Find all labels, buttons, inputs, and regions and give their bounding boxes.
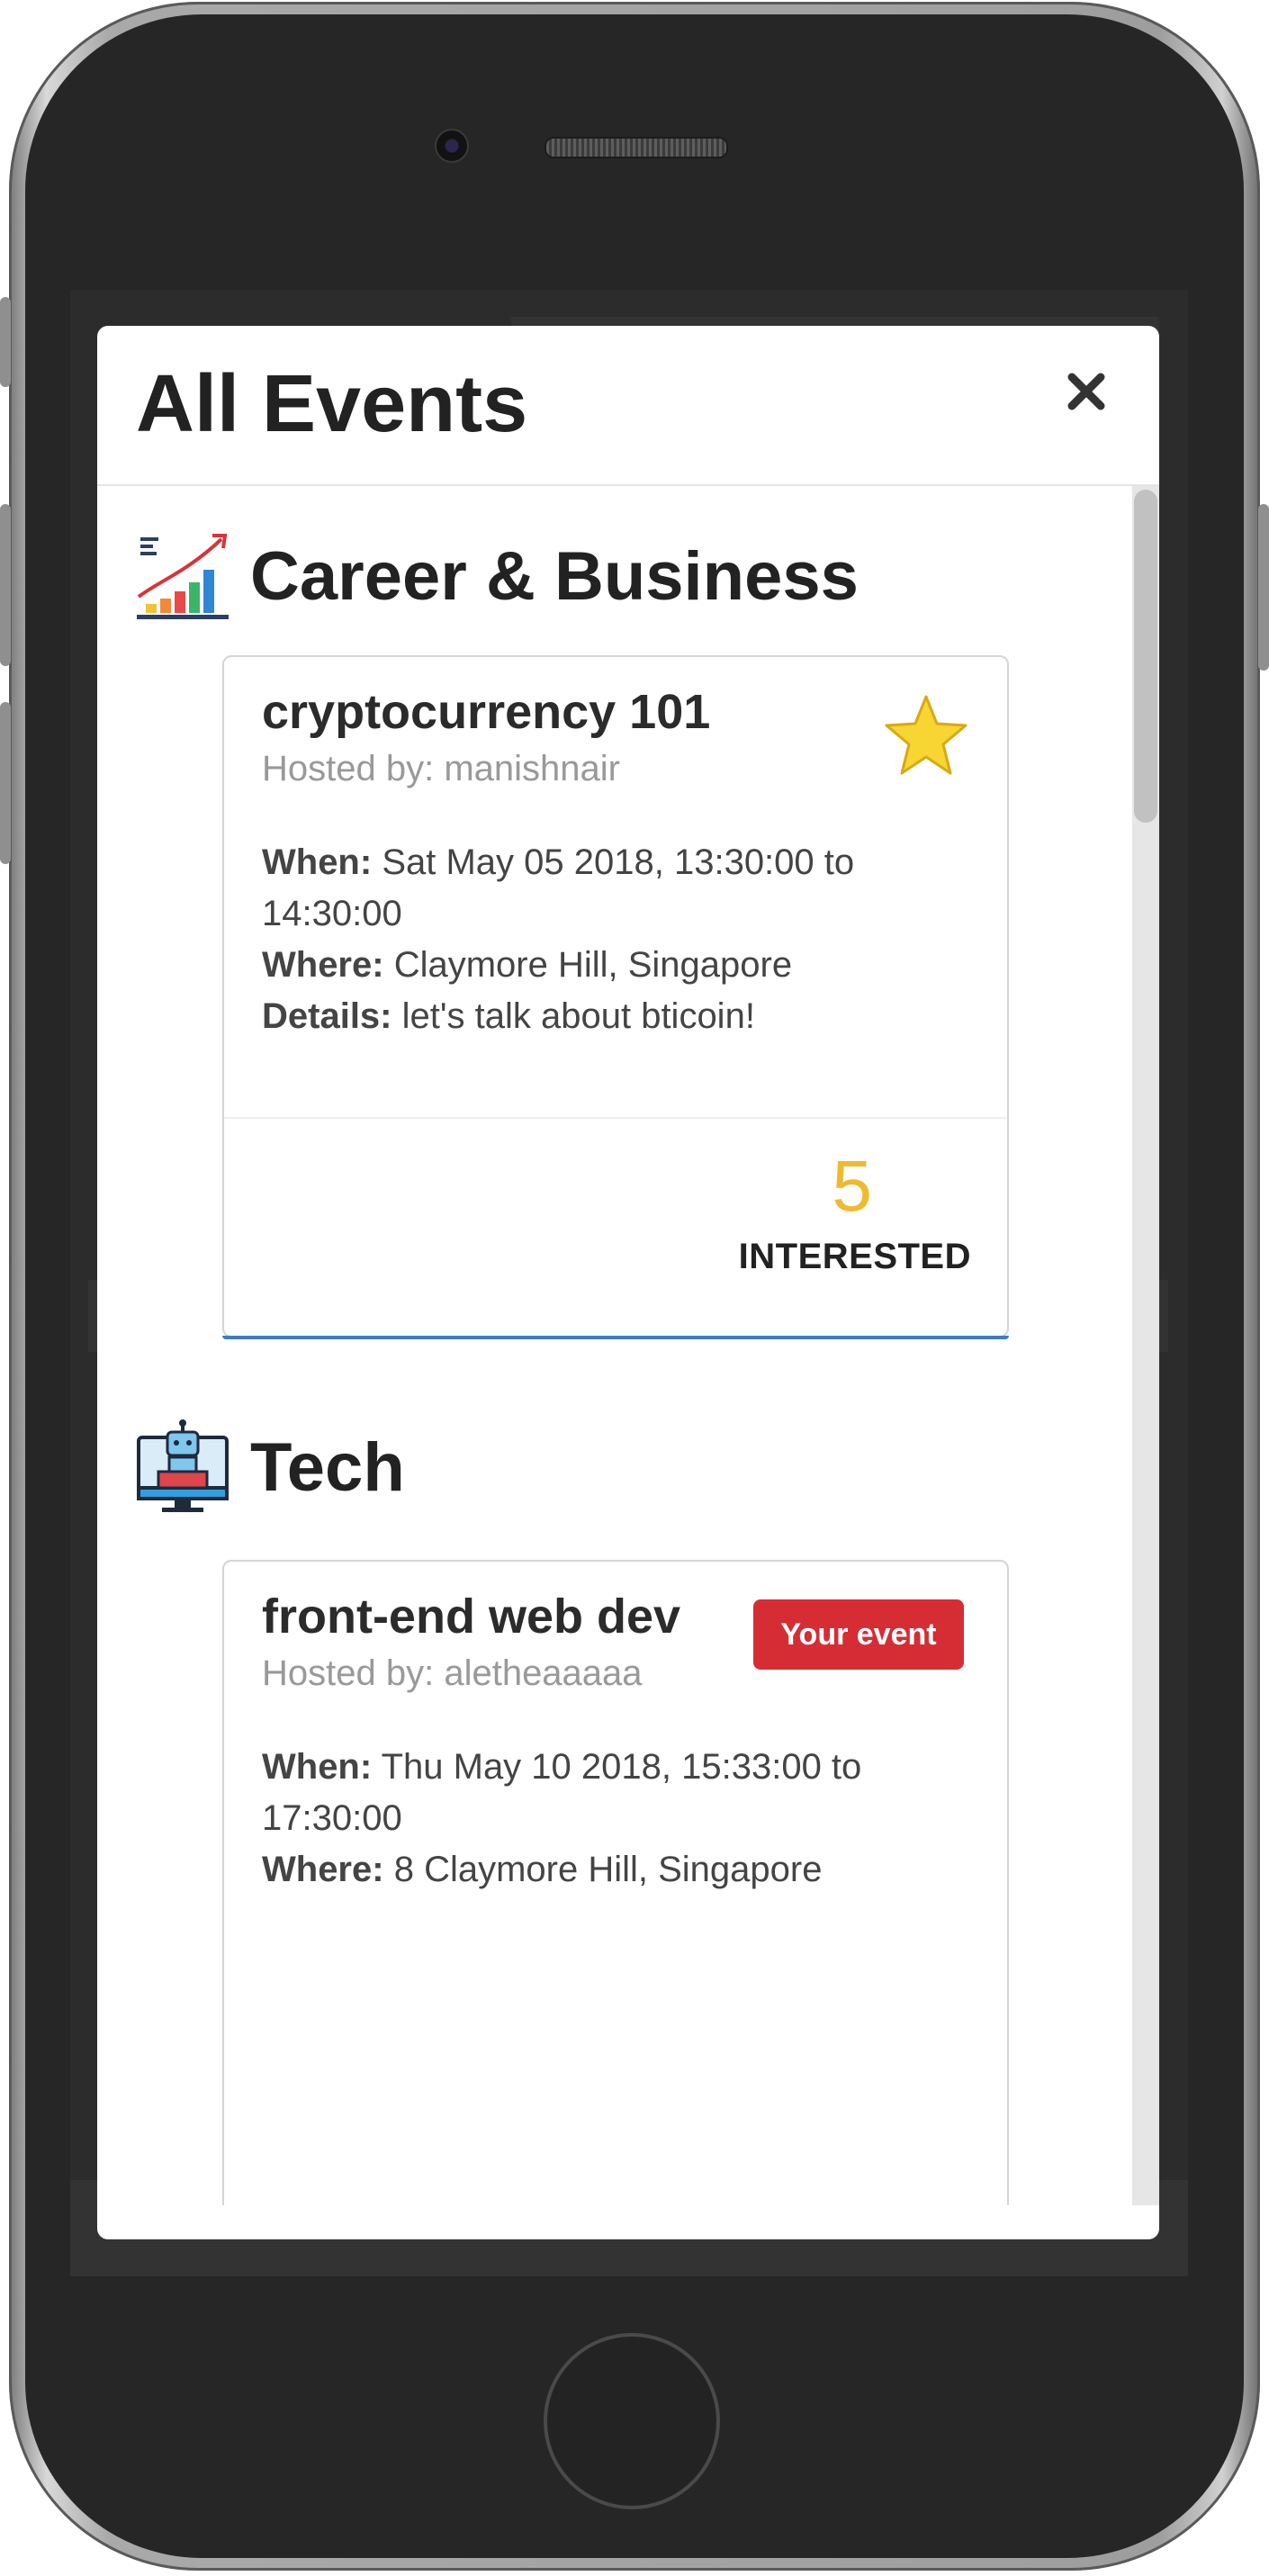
event-where-label: Where: [262, 1850, 384, 1889]
home-button[interactable] [544, 2333, 720, 2509]
event-where: Where: 8 Claymore Hill, Singapore [262, 1844, 964, 1896]
category-header-tech: Tech [133, 1413, 405, 1521]
modal-body[interactable]: Career & Business cryptocurrency 101 Hos… [97, 486, 1159, 2205]
event-where-label: Where: [262, 945, 384, 985]
star-icon[interactable] [881, 691, 971, 781]
event-when-label: When: [262, 1747, 373, 1787]
chart-growth-icon [137, 534, 229, 619]
interested-label: INTERESTED [738, 1237, 971, 1276]
card-focus-accent [222, 1336, 1009, 1339]
event-when-label: When: [262, 842, 373, 882]
phone-silent-switch [0, 297, 11, 387]
phone-power-button [1258, 504, 1269, 671]
event-where: Where: Claymore Hill, Singapore [262, 940, 964, 991]
event-title: front-end web dev [262, 1590, 681, 1644]
event-details: When: Sat May 05 2018, 13:30:00 to 14:30… [262, 837, 964, 1042]
event-description: Details: let's talk about bticoin! [262, 991, 964, 1042]
robot-computer-icon [137, 1419, 229, 1512]
earpiece-speaker [544, 137, 728, 158]
event-host: Hosted by: aletheaaaaa [262, 1653, 643, 1693]
card-divider [224, 1117, 1007, 1119]
event-title: cryptocurrency 101 [262, 685, 711, 739]
category-title: Tech [250, 1428, 405, 1506]
event-when: When: Sat May 05 2018, 13:30:00 to 14:30… [262, 837, 964, 940]
your-event-badge: Your event [753, 1599, 964, 1670]
event-where-value: 8 Claymore Hill, Singapore [393, 1850, 823, 1889]
interested-count: 5 [832, 1146, 873, 1226]
event-card[interactable]: cryptocurrency 101 Hosted by: manishnair… [222, 655, 1009, 1339]
category-header-career-business: Career & Business [133, 522, 859, 630]
close-icon [1067, 373, 1105, 410]
event-details: When: Thu May 10 2018, 15:33:00 to 17:30… [262, 1742, 964, 1896]
event-where-value: Claymore Hill, Singapore [393, 945, 793, 985]
scrollbar-thumb[interactable] [1134, 490, 1157, 823]
modal-header: All Events [97, 326, 1159, 486]
event-card[interactable]: front-end web dev Hosted by: aletheaaaaa… [222, 1560, 1009, 2205]
event-when: When: Thu May 10 2018, 15:33:00 to 17:30… [262, 1742, 964, 1844]
close-button[interactable] [1058, 364, 1114, 419]
event-details-value: let's talk about bticoin! [401, 996, 755, 1036]
front-camera [435, 129, 469, 163]
category-title: Career & Business [250, 537, 859, 615]
phone-volume-up-button [0, 504, 11, 666]
phone-volume-down-button [0, 702, 11, 864]
event-host: Hosted by: manishnair [262, 749, 620, 788]
event-details-label: Details: [262, 996, 392, 1036]
modal-title: All Events [136, 359, 528, 449]
all-events-modal: All Events Career & Business cryptocurre… [97, 326, 1159, 2239]
